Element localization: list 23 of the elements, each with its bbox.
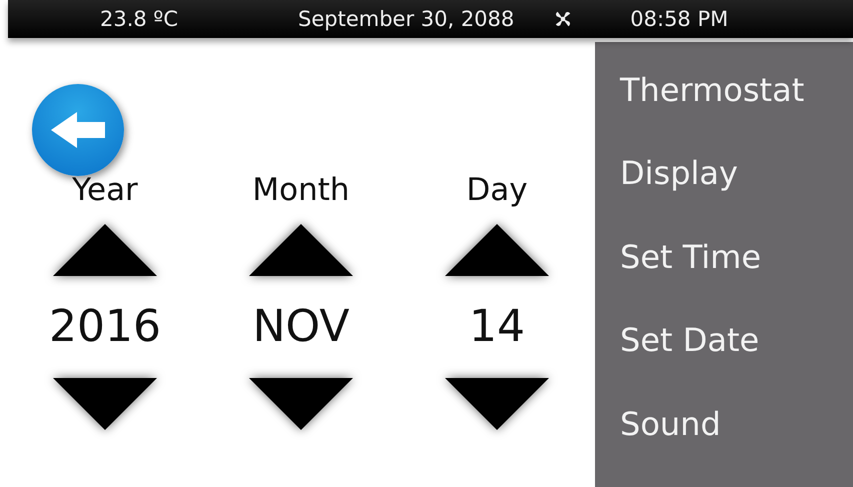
picker-value: 14	[469, 300, 525, 354]
picker-value: NOV	[252, 300, 350, 354]
time: 08:58 PM	[630, 7, 728, 31]
left-arrow-icon	[49, 110, 107, 150]
date: September 30, 2088	[298, 7, 514, 31]
menu-item[interactable]: Set Date	[595, 320, 853, 404]
increment-button[interactable]	[247, 222, 355, 278]
increment-button[interactable]	[443, 222, 551, 278]
menu-item[interactable]: Display	[595, 153, 853, 237]
temperature: 23.8 ºC	[100, 7, 179, 31]
picker-value: 2016	[49, 300, 161, 354]
decrement-button[interactable]	[443, 376, 551, 432]
decrement-button[interactable]	[51, 376, 159, 432]
picker-label: Year	[72, 171, 138, 210]
picker-label: Month	[252, 171, 350, 210]
fan-icon	[554, 10, 572, 28]
increment-button[interactable]	[51, 222, 159, 278]
picker-label: Day	[466, 171, 528, 210]
back-button[interactable]	[32, 84, 124, 176]
menu-item[interactable]: Set Time	[595, 236, 853, 320]
menu-item[interactable]: Sound	[595, 404, 853, 487]
decrement-button[interactable]	[247, 376, 355, 432]
menu-item[interactable]: Thermostat	[595, 70, 853, 154]
